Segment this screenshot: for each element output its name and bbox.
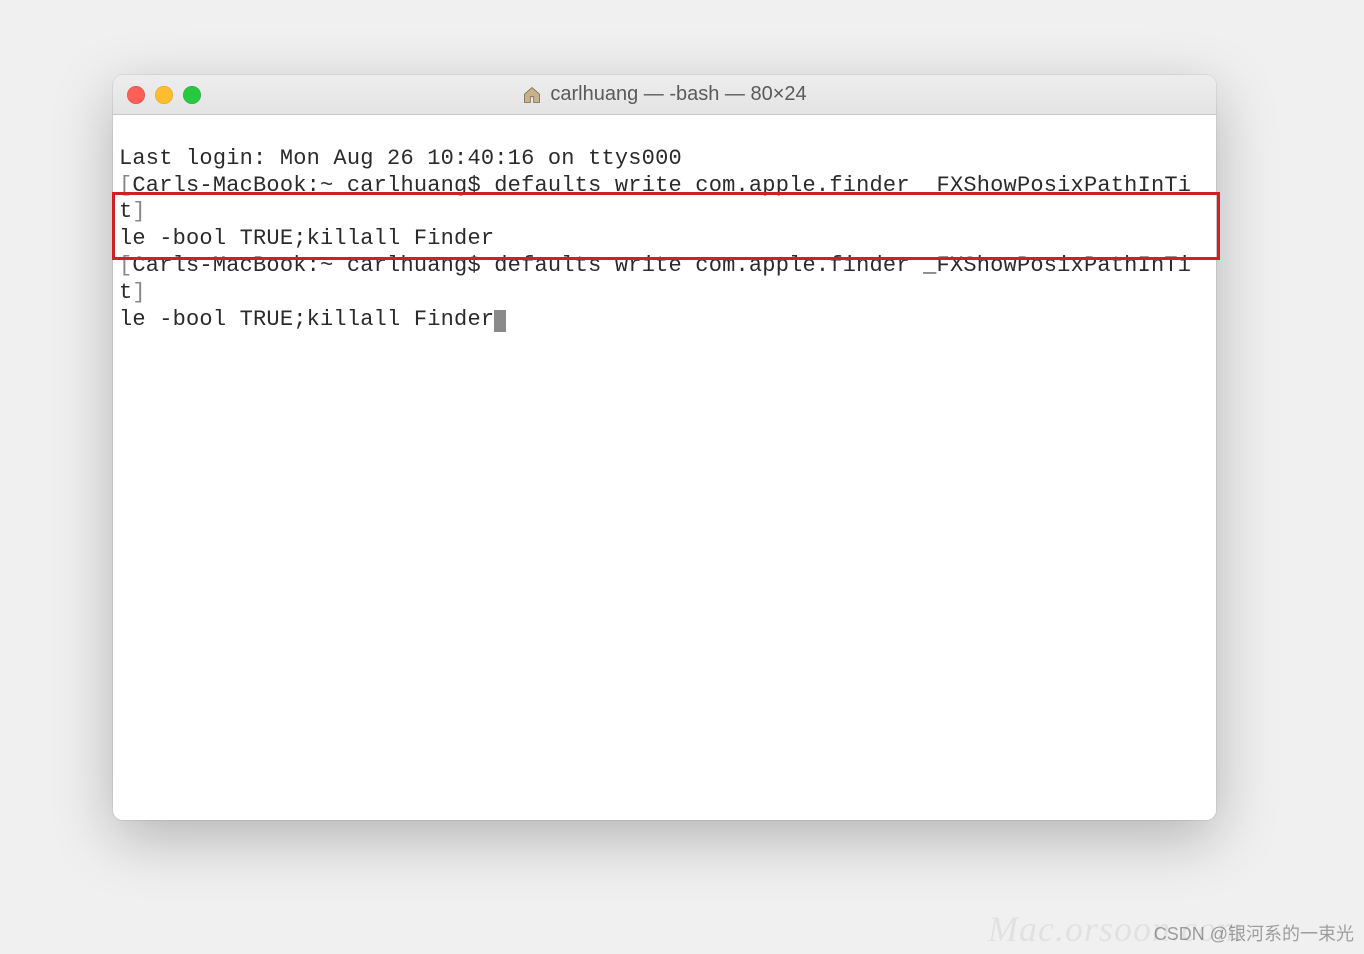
csdn-watermark: CSDN @银河系的一束光 — [1154, 920, 1354, 946]
close-bracket-2: ] — [132, 280, 145, 305]
terminal-body[interactable]: Last login: Mon Aug 26 10:40:16 on ttys0… — [113, 115, 1216, 820]
last-login-line: Last login: Mon Aug 26 10:40:16 on ttys0… — [119, 146, 682, 171]
minimize-button[interactable] — [155, 86, 173, 104]
terminal-window: carlhuang — -bash — 80×24 Last login: Mo… — [113, 75, 1216, 820]
home-icon — [522, 85, 542, 105]
prompt-2: Carls-MacBook:~ carlhuang$ — [132, 253, 494, 278]
close-bracket: ] — [132, 199, 145, 224]
titlebar[interactable]: carlhuang — -bash — 80×24 — [113, 75, 1216, 115]
window-title-wrap: carlhuang — -bash — 80×24 — [522, 83, 806, 106]
window-title: carlhuang — -bash — 80×24 — [550, 83, 806, 106]
open-bracket: [ — [119, 173, 132, 198]
cursor — [494, 310, 506, 332]
command-2b: le -bool TRUE;killall Finder — [119, 307, 494, 332]
prompt-1: Carls-MacBook:~ carlhuang$ — [132, 173, 494, 198]
close-button[interactable] — [127, 86, 145, 104]
maximize-button[interactable] — [183, 86, 201, 104]
open-bracket-2: [ — [119, 253, 132, 278]
command-1b: le -bool TRUE;killall Finder — [119, 226, 494, 251]
traffic-lights — [127, 86, 201, 104]
